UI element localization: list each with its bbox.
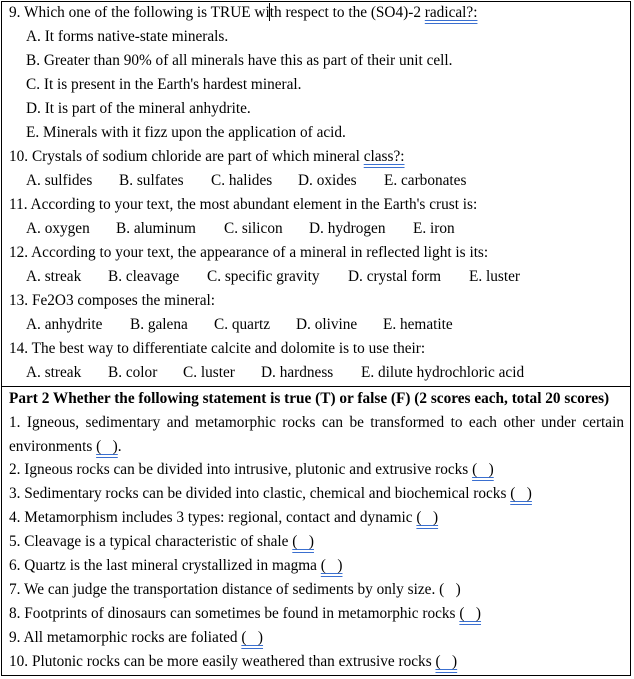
question-12-stem: 12. According to your text, the appearan… — [9, 244, 489, 261]
statement-text: 5. Cleavage is a typical characteristic … — [9, 533, 293, 550]
question-text: th respect to the (SO4)-2 — [269, 4, 425, 21]
answer-blank[interactable]: ( ) — [416, 509, 438, 526]
option: E. dilute hydrochloric acid — [361, 364, 525, 381]
statement-text: 7. We can judge the transportation dista… — [9, 581, 440, 598]
option: B. sulfates — [119, 172, 184, 189]
options-row: A. streak B. color C. luster D. hardness E. … — [9, 362, 630, 386]
answer-blank[interactable]: ( ) — [459, 605, 481, 622]
option: A. It forms native-state minerals. — [26, 28, 229, 45]
statement-text: 8. Footprints of dinosaurs can sometimes… — [9, 605, 460, 622]
option: C. luster — [183, 364, 235, 381]
part2-cell[interactable]: Part 2 Whether the following statement i… — [1, 386, 631, 676]
option: A. streak — [26, 364, 82, 381]
options-row: A. anhydrite B. galena C. quartz D. olivine… — [9, 314, 630, 338]
statement: 10. Plutonic rocks can be more easily we… — [9, 651, 630, 675]
option: D. hydrogen — [309, 220, 386, 237]
option: D. crystal form — [348, 268, 442, 285]
option: B. cleavage — [108, 268, 180, 285]
statement: 8. Footprints of dinosaurs can sometimes… — [9, 603, 630, 627]
option: C. It is present in the Earth's hardest … — [26, 76, 302, 93]
option: A. streak — [26, 268, 82, 285]
answer-blank[interactable]: ( ) — [439, 581, 461, 598]
option: D. hardness — [261, 364, 334, 381]
statement: 6. Quartz is the last mineral crystalliz… — [9, 555, 630, 579]
statement-text: 9. All metamorphic rocks are foliated — [9, 629, 242, 646]
answer-blank[interactable]: ( ) — [435, 653, 457, 670]
statement-suffix: . — [117, 438, 122, 455]
option: B. color — [108, 364, 158, 381]
option: E. iron — [413, 220, 455, 237]
answer-blank[interactable]: ( ) — [510, 485, 532, 502]
answer-blank[interactable]: ( ) — [321, 557, 343, 574]
statement-text: 2. Igneous rocks can be divided into int… — [9, 461, 473, 478]
option: E. carbonates — [384, 172, 467, 189]
answer-blank[interactable]: ( ) — [292, 533, 314, 550]
statement: 3. Sedimentary rocks can be divided into… — [9, 483, 630, 507]
statement: 4. Metamorphism includes 3 types: region… — [9, 507, 630, 531]
option: A. oxygen — [26, 220, 90, 237]
statement-text: 3. Sedimentary rocks can be divided into… — [9, 485, 511, 502]
option: A. anhydrite — [26, 316, 103, 333]
part2-heading: Part 2 Whether the following statement i… — [9, 390, 610, 407]
statement: 9. All metamorphic rocks are foliated ( … — [9, 627, 630, 651]
option: C. halides — [211, 172, 273, 189]
exam-table: 9. Which one of the following is TRUE wi… — [1, 1, 631, 676]
question-14-stem: 14. The best way to differentiate calcit… — [9, 340, 426, 357]
option: C. silicon — [224, 220, 283, 237]
grammar-flag[interactable]: class?: — [364, 148, 405, 165]
option: C. specific gravity — [207, 268, 320, 285]
answer-blank[interactable]: ( ) — [96, 438, 118, 455]
answer-blank[interactable]: ( ) — [472, 461, 494, 478]
statement: 2. Igneous rocks can be divided into int… — [9, 459, 630, 483]
statement-text: 4. Metamorphism includes 3 types: region… — [9, 509, 417, 526]
option: D. olivine — [296, 316, 358, 333]
option: B. Greater than 90% of all minerals have… — [26, 52, 453, 69]
question-11-stem: 11. According to your text, the most abu… — [9, 196, 478, 213]
question-text: 9. Which one of the following is TRUE wi — [9, 4, 270, 21]
option: E. hematite — [383, 316, 453, 333]
option: D. It is part of the mineral anhydrite. — [26, 100, 251, 117]
option: C. quartz — [214, 316, 271, 333]
option: B. aluminum — [116, 220, 196, 237]
option: B. galena — [130, 316, 188, 333]
answer-blank[interactable]: ( ) — [241, 629, 263, 646]
statement-text: 6. Quartz is the last mineral crystalliz… — [9, 557, 321, 574]
question-text: 10. Crystals of sodium chloride are part… — [9, 148, 364, 165]
question-13-stem: 13. Fe2O3 composes the mineral: — [9, 292, 216, 309]
statement-text: 10. Plutonic rocks can be more easily we… — [9, 653, 436, 670]
option: D. oxides — [298, 172, 357, 189]
option: E. Minerals with it fizz upon the applic… — [26, 124, 346, 141]
grammar-flag[interactable]: radical?: — [425, 4, 478, 21]
options-row: A. streak B. cleavage C. specific gravity D… — [9, 266, 630, 290]
options-row: A. sulfides B. sulfates C. halides D. oxide… — [9, 170, 630, 194]
statement: 1. Igneous, sedimentary and metamorphic … — [9, 411, 630, 459]
options-row: A. oxygen B. aluminum C. silicon D. hydroge… — [9, 218, 630, 242]
statement: 5. Cleavage is a typical characteristic … — [9, 531, 630, 555]
question-9-stem[interactable]: 9. Which one of the following is TRUE wi… — [9, 2, 630, 26]
question-10-stem: 10. Crystals of sodium chloride are part… — [9, 146, 630, 170]
part1-cell[interactable]: 9. Which one of the following is TRUE wi… — [1, 1, 631, 387]
option: A. sulfides — [26, 172, 93, 189]
option: E. luster — [469, 268, 520, 285]
statement: 7. We can judge the transportation dista… — [9, 579, 630, 603]
